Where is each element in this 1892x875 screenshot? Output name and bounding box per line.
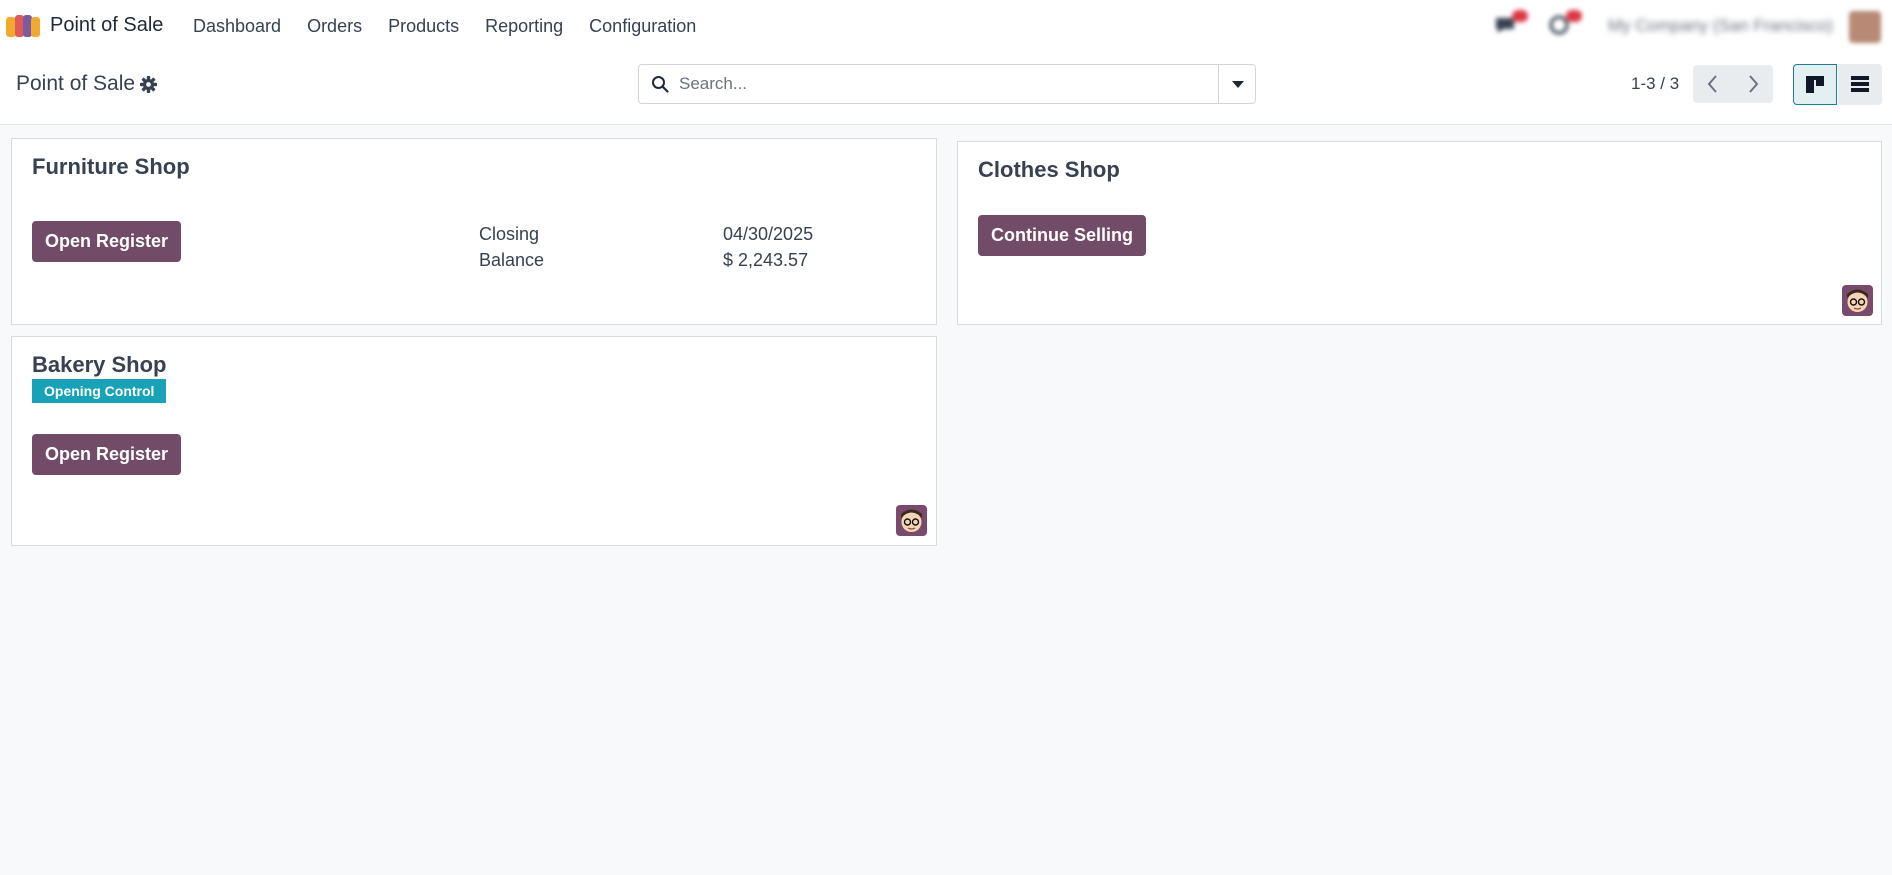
pager-next-button[interactable] [1733,65,1773,103]
list-view-button[interactable] [1838,64,1882,105]
menu-products[interactable]: Products [375,16,472,37]
card-title: Clothes Shop [978,157,1120,182]
card-title: Furniture Shop [32,154,190,179]
breadcrumb: Point of Sale [16,72,136,95]
messages-icon[interactable] [1494,10,1528,36]
open-register-button[interactable]: Open Register [32,434,182,475]
closing-label: Closing [479,224,540,244]
pos-card-clothes-shop: Clothes Shop Continue Selling [957,141,1882,325]
pager-value[interactable]: 1-3 / 3 [1631,74,1679,94]
menu-dashboard[interactable]: Dashboard [180,16,294,37]
chevron-left-icon [1707,75,1717,93]
open-register-button[interactable]: Open Register [32,221,182,262]
pos-card-bakery-shop: Bakery Shop Opening Control Open Registe… [11,336,937,546]
top-navbar: Point of Sale Dashboard Orders Products … [0,0,1892,52]
main-menu: Dashboard Orders Products Reporting Conf… [180,0,709,52]
balance-value: $ 2,243.57 [723,250,809,270]
avatar[interactable] [1842,285,1873,316]
status-badge: Opening Control [32,379,167,403]
messages-badge [1512,10,1528,22]
activity-badge [1566,10,1582,22]
chevron-right-icon [1749,75,1759,93]
balance-label: Balance [479,250,545,270]
company-switcher[interactable]: My Company (San Francisco) [1608,16,1833,36]
activity-icon[interactable] [1548,10,1582,36]
continue-selling-button[interactable]: Continue Selling [978,215,1146,256]
menu-orders[interactable]: Orders [294,16,375,37]
kanban-view-icon [1806,76,1824,93]
menu-reporting[interactable]: Reporting [472,16,576,37]
closing-value: 04/30/2025 [723,224,814,244]
card-title: Bakery Shop [32,352,167,377]
app-name[interactable]: Point of Sale [50,14,163,37]
search-input[interactable] [679,69,1209,99]
list-view-icon [1851,76,1869,92]
caret-down-icon [1232,81,1244,88]
gear-icon[interactable] [140,76,157,93]
search-icon [652,76,669,93]
kanban-view-button[interactable] [1793,64,1837,105]
pos-card-furniture-shop: Furniture Shop Open Register Closing 04/… [11,138,937,325]
control-panel: Point of Sale 1-3 / 3 [0,52,1892,125]
user-avatar[interactable] [1849,11,1881,43]
avatar[interactable] [896,505,927,536]
search-box [638,64,1256,104]
pager-previous-button[interactable] [1693,65,1733,103]
menu-configuration[interactable]: Configuration [576,16,709,37]
app-logo-icon[interactable] [6,13,40,37]
search-options-toggle[interactable] [1218,65,1255,103]
